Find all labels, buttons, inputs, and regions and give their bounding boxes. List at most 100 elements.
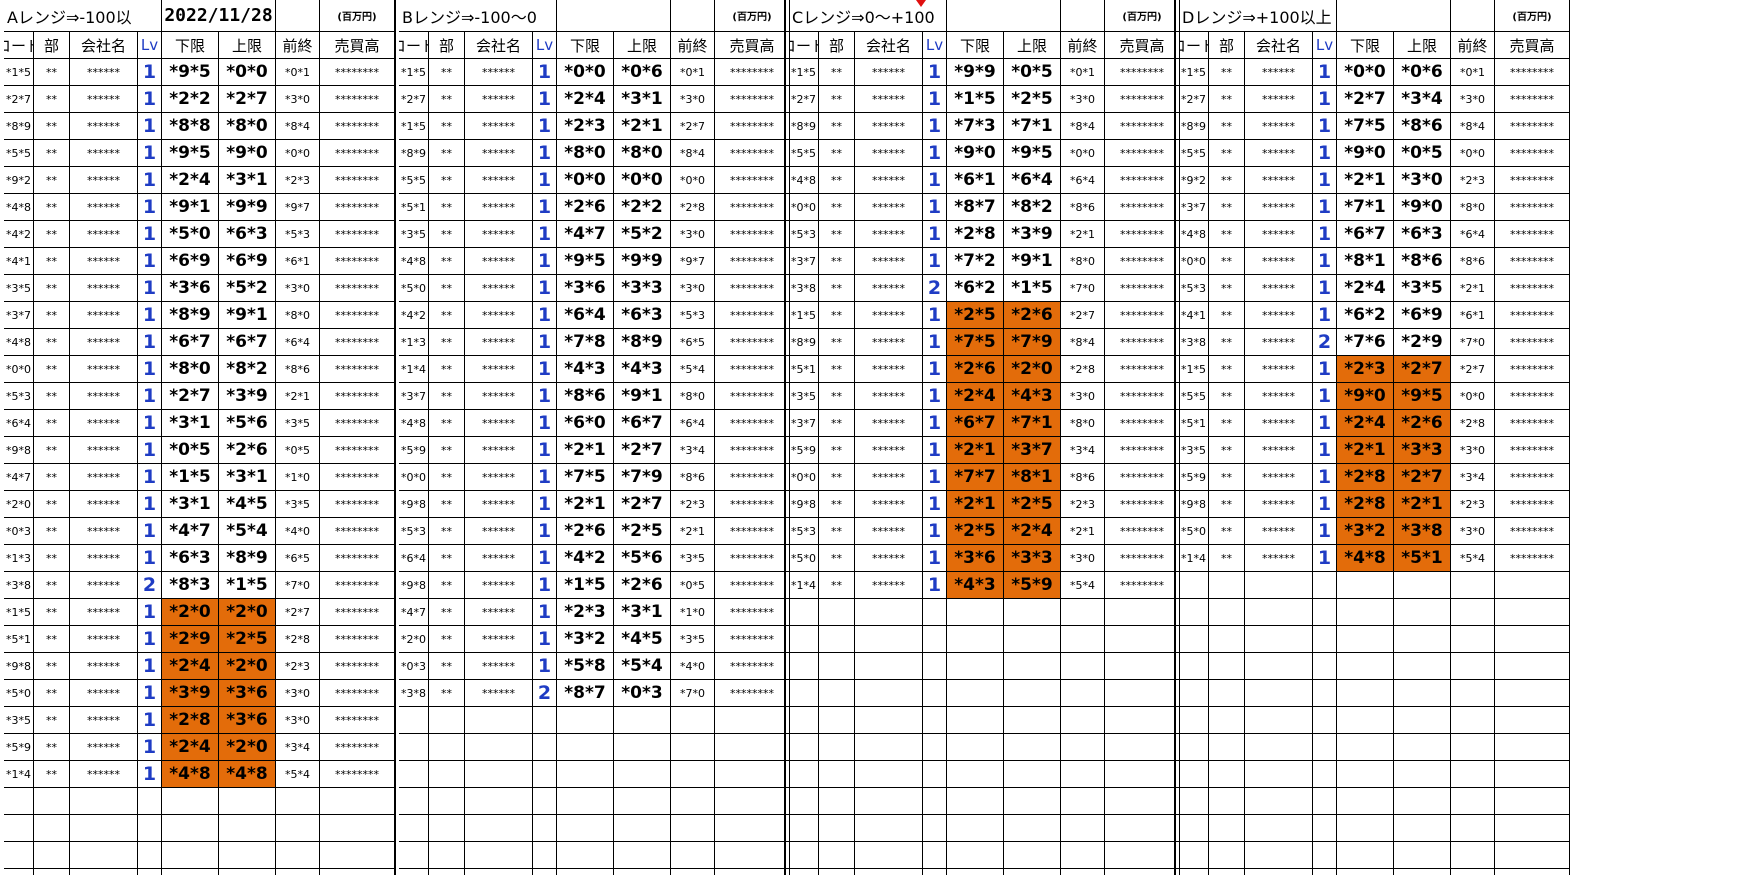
cell-prev[interactable]: *2*1	[276, 383, 320, 410]
cell-name[interactable]: ******	[70, 248, 138, 275]
cell-lo[interactable]: *4*7	[162, 518, 219, 545]
empty-cell[interactable]	[1337, 599, 1394, 626]
cell-name[interactable]: ******	[1245, 140, 1313, 167]
cell-hi[interactable]: *0*0	[219, 59, 276, 86]
cell-code[interactable]: *3*8	[789, 275, 819, 302]
cell-sales[interactable]: ********	[715, 329, 790, 356]
cell-sales[interactable]: ********	[1495, 464, 1570, 491]
cell-prev[interactable]: *4*0	[671, 653, 715, 680]
cell-code[interactable]: *1*5	[1179, 59, 1209, 86]
cell-lv[interactable]: 1	[533, 248, 557, 275]
cell-sales[interactable]: ********	[1495, 275, 1570, 302]
cell-hi[interactable]: *8*2	[219, 356, 276, 383]
cell-lo[interactable]: *9*5	[162, 59, 219, 86]
empty-cell[interactable]	[429, 842, 465, 869]
empty-cell[interactable]	[533, 815, 557, 842]
cell-prev[interactable]: *8*6	[1061, 194, 1105, 221]
empty-cell[interactable]	[429, 734, 465, 761]
empty-cell[interactable]	[1245, 626, 1313, 653]
empty-cell[interactable]	[671, 788, 715, 815]
empty-cell[interactable]	[614, 734, 671, 761]
cell-hi[interactable]: *9*9	[614, 248, 671, 275]
empty-cell[interactable]	[819, 707, 855, 734]
empty-cell[interactable]	[1394, 734, 1451, 761]
cell-prev[interactable]: *5*3	[671, 302, 715, 329]
cell-name[interactable]: ******	[1245, 248, 1313, 275]
cell-lv[interactable]: 1	[1313, 221, 1337, 248]
cell-hi[interactable]: *5*2	[614, 221, 671, 248]
empty-cell[interactable]	[947, 599, 1004, 626]
empty-cell[interactable]	[1245, 572, 1313, 599]
cell-name[interactable]: ******	[70, 626, 138, 653]
cell-lv[interactable]: 1	[923, 86, 947, 113]
cell-prev[interactable]: *8*4	[1061, 329, 1105, 356]
cell-lv[interactable]: 1	[533, 572, 557, 599]
empty-cell[interactable]	[789, 680, 819, 707]
cell-hi[interactable]: *5*6	[219, 410, 276, 437]
empty-cell[interactable]	[1179, 734, 1209, 761]
empty-cell[interactable]	[1209, 680, 1245, 707]
header-name[interactable]: 会社名	[855, 32, 923, 59]
empty-cell[interactable]	[1105, 626, 1180, 653]
cell-name[interactable]: ******	[70, 707, 138, 734]
cell-dept[interactable]: **	[429, 356, 465, 383]
cell-prev[interactable]: *2*3	[1061, 491, 1105, 518]
cell-sales[interactable]: ********	[320, 356, 395, 383]
cell-lv[interactable]: 1	[923, 194, 947, 221]
empty-cell[interactable]	[1495, 626, 1570, 653]
empty-cell[interactable]	[1313, 680, 1337, 707]
empty-cell[interactable]	[1337, 734, 1394, 761]
cell-code[interactable]: *5*9	[4, 734, 34, 761]
empty-cell[interactable]	[1394, 572, 1451, 599]
empty-cell[interactable]	[429, 815, 465, 842]
cell-sales[interactable]: ********	[1495, 221, 1570, 248]
cell-code[interactable]: *0*0	[789, 464, 819, 491]
cell-sales[interactable]: ********	[320, 140, 395, 167]
cell-lv[interactable]: 1	[533, 140, 557, 167]
empty-cell[interactable]	[855, 734, 923, 761]
cell-sales[interactable]: ********	[715, 167, 790, 194]
empty-cell[interactable]	[557, 707, 614, 734]
cell-hi[interactable]: *6*9	[1394, 302, 1451, 329]
empty-cell[interactable]	[1004, 788, 1061, 815]
empty-cell[interactable]	[4, 788, 34, 815]
empty-cell[interactable]	[557, 842, 614, 869]
cell-sales[interactable]: ********	[1495, 383, 1570, 410]
cell-dept[interactable]: **	[34, 761, 70, 788]
empty-cell[interactable]	[1495, 653, 1570, 680]
empty-cell[interactable]	[70, 869, 138, 875]
cell-code[interactable]: *4*8	[4, 329, 34, 356]
cell-lv[interactable]: 1	[923, 518, 947, 545]
title-blank-cell[interactable]	[1451, 0, 1495, 32]
empty-cell[interactable]	[1209, 599, 1245, 626]
cell-sales[interactable]: ********	[1495, 356, 1570, 383]
cell-name[interactable]: ******	[855, 545, 923, 572]
cell-code[interactable]: *3*7	[4, 302, 34, 329]
cell-hi[interactable]: *0*5	[1394, 140, 1451, 167]
cell-lo[interactable]: *7*8	[557, 329, 614, 356]
cell-dept[interactable]: **	[34, 545, 70, 572]
cell-code[interactable]: *9*8	[399, 572, 429, 599]
empty-cell[interactable]	[1245, 707, 1313, 734]
cell-code[interactable]: *5*1	[1179, 410, 1209, 437]
empty-cell[interactable]	[320, 842, 395, 869]
cell-lv[interactable]: 1	[533, 626, 557, 653]
cell-prev[interactable]: *2*3	[671, 491, 715, 518]
cell-lv[interactable]: 1	[138, 653, 162, 680]
cell-prev[interactable]: *8*6	[1061, 464, 1105, 491]
cell-hi[interactable]: *3*1	[614, 86, 671, 113]
empty-cell[interactable]	[819, 788, 855, 815]
cell-name[interactable]: ******	[855, 86, 923, 113]
cell-prev[interactable]: *2*3	[276, 653, 320, 680]
cell-sales[interactable]: ********	[1495, 194, 1570, 221]
cell-hi[interactable]: *2*5	[1004, 491, 1061, 518]
empty-cell[interactable]	[399, 734, 429, 761]
cell-lo[interactable]: *8*0	[162, 356, 219, 383]
cell-lo[interactable]: *4*8	[162, 761, 219, 788]
cell-dept[interactable]: **	[34, 491, 70, 518]
cell-name[interactable]: ******	[465, 302, 533, 329]
cell-hi[interactable]: *7*9	[1004, 329, 1061, 356]
cell-prev[interactable]: *2*7	[671, 113, 715, 140]
cell-lo[interactable]: *2*4	[947, 383, 1004, 410]
cell-lo[interactable]: *2*4	[557, 86, 614, 113]
